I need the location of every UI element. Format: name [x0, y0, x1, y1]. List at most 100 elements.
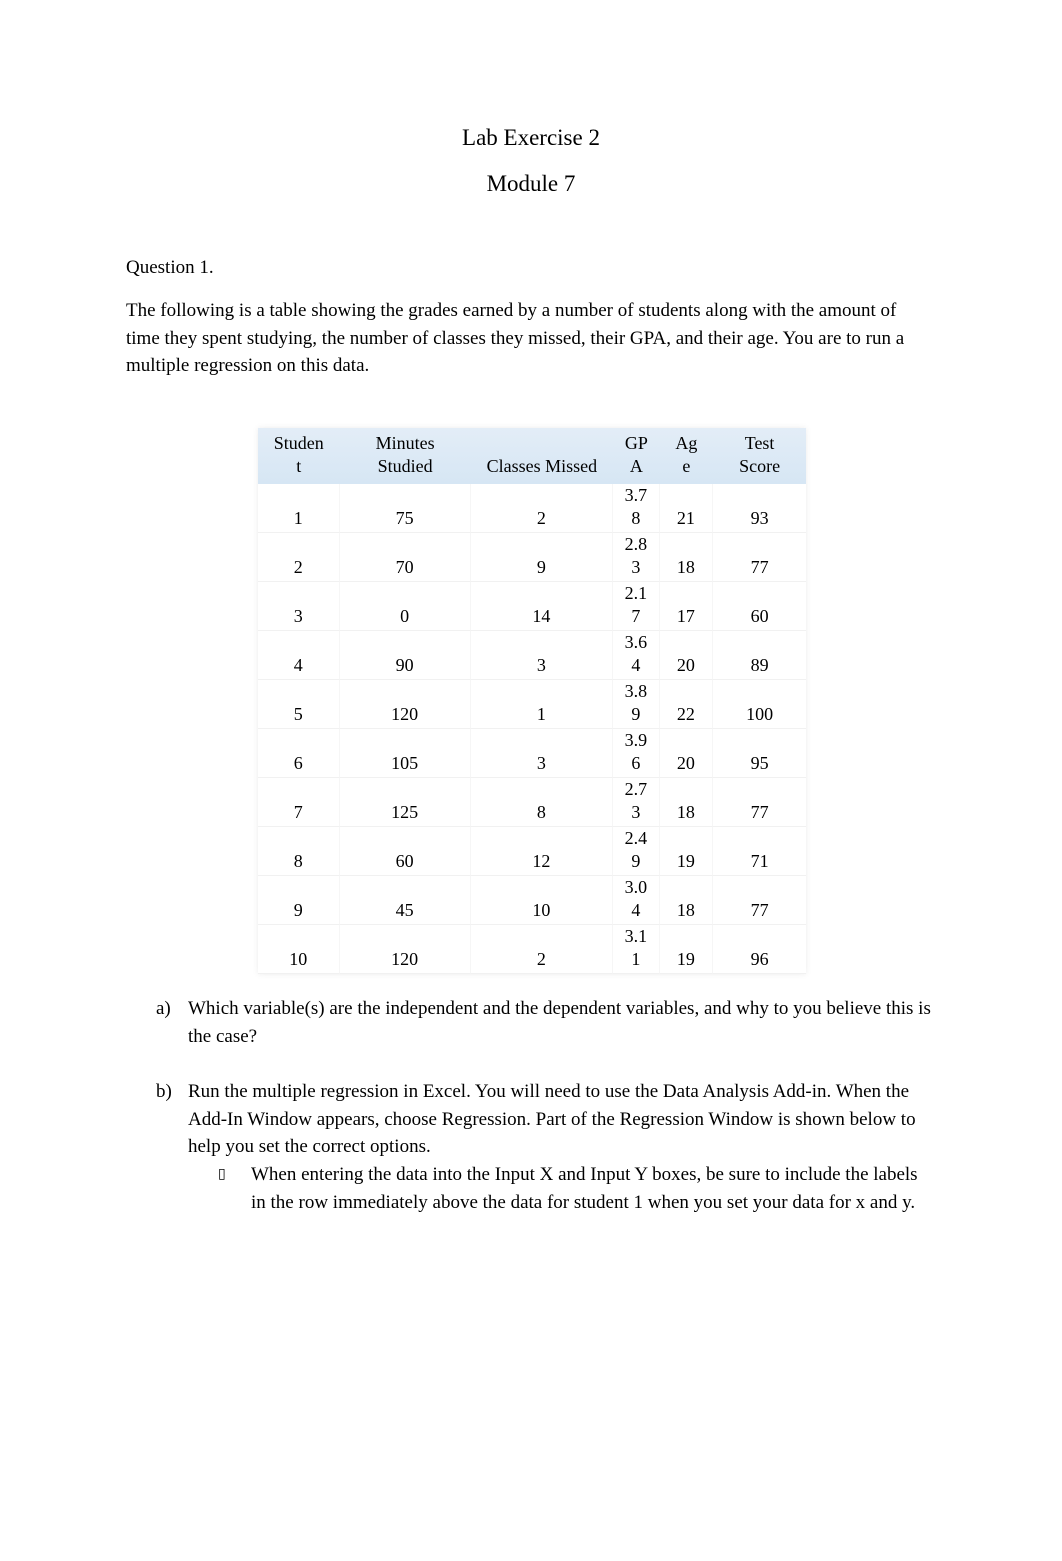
cell-gpa: 2.8 3 — [613, 533, 660, 582]
cell-student: 4 — [258, 631, 340, 680]
gpa-line-2: 9 — [631, 851, 641, 871]
cell-minutes-studied: 90 — [339, 631, 471, 680]
bullet-item: ▯ When entering the data into the Input … — [218, 1161, 918, 1216]
cell-age: 19 — [659, 925, 714, 974]
cell-student: 2 — [258, 533, 340, 582]
cell-classes-missed: 9 — [470, 533, 614, 582]
cell-minutes-studied: 105 — [339, 729, 471, 778]
gpa-line-2: 4 — [631, 900, 641, 920]
cell-student: 1 — [258, 484, 340, 533]
gpa-line-1: 3.0 — [624, 877, 648, 897]
question-b: b) Run the multiple regression in Excel.… — [156, 1078, 936, 1161]
cell-classes-missed: 1 — [470, 680, 614, 729]
cell-gpa: 3.7 8 — [613, 484, 660, 533]
header-age: Ag e — [659, 428, 714, 484]
cell-gpa: 3.8 9 — [613, 680, 660, 729]
cell-classes-missed: 2 — [470, 925, 614, 974]
cell-classes-missed: 12 — [470, 827, 614, 876]
cell-student: 6 — [258, 729, 340, 778]
gpa-line-2: 9 — [631, 704, 641, 724]
cell-gpa: 3.6 4 — [613, 631, 660, 680]
gpa-line-2: 3 — [631, 802, 641, 822]
gpa-line-1: 2.7 — [624, 779, 648, 799]
header-student: Studen t — [258, 428, 340, 484]
question-label: Question 1. — [126, 257, 214, 278]
cell-test-score: 77 — [713, 876, 806, 925]
table-row: 5 120 1 3.8 9 22 100 — [258, 680, 806, 729]
cell-gpa: 2.7 3 — [613, 778, 660, 827]
cell-minutes-studied: 125 — [339, 778, 471, 827]
table-row: 3 0 14 2.1 7 17 60 — [258, 582, 806, 631]
cell-minutes-studied: 75 — [339, 484, 471, 533]
cell-test-score: 77 — [713, 778, 806, 827]
cell-gpa: 3.9 6 — [613, 729, 660, 778]
gpa-line-2: 1 — [631, 949, 641, 969]
header-classes-missed: Classes Missed — [470, 428, 614, 484]
cell-age: 18 — [659, 778, 714, 827]
cell-test-score: 60 — [713, 582, 806, 631]
cell-student: 9 — [258, 876, 340, 925]
cell-classes-missed: 14 — [470, 582, 614, 631]
cell-test-score: 89 — [713, 631, 806, 680]
cell-student: 10 — [258, 925, 340, 974]
document-page: Lab Exercise 2 Module 7 Question 1. The … — [0, 0, 1062, 1561]
document-subtitle: Module 7 — [486, 171, 576, 196]
cell-minutes-studied: 120 — [339, 925, 471, 974]
cell-classes-missed: 8 — [470, 778, 614, 827]
cell-classes-missed: 3 — [470, 631, 614, 680]
cell-student: 3 — [258, 582, 340, 631]
table-header-row: Studen t Minutes Studied Classes Missed GP… — [258, 428, 806, 484]
table-row: 9 45 10 3.0 4 18 77 — [258, 876, 806, 925]
header-test-score: Test Score — [713, 428, 806, 484]
cell-age: 18 — [659, 533, 714, 582]
question-b-text: Run the multiple regression in Excel. Yo… — [188, 1081, 916, 1157]
gpa-line-1: 2.1 — [624, 583, 648, 603]
cell-minutes-studied: 120 — [339, 680, 471, 729]
gpa-line-1: 3.9 — [624, 730, 648, 750]
bullet-text: When entering the data into the Input X … — [251, 1164, 918, 1213]
header-gpa: GP A — [613, 428, 660, 484]
document-title: Lab Exercise 2 — [462, 125, 600, 150]
cell-age: 18 — [659, 876, 714, 925]
cell-gpa: 2.4 9 — [613, 827, 660, 876]
gpa-line-2: 6 — [631, 753, 641, 773]
cell-test-score: 96 — [713, 925, 806, 974]
gpa-line-1: 2.8 — [624, 534, 648, 554]
missing-glyph-icon: ▯ — [218, 1166, 226, 1182]
gpa-line-2: 7 — [631, 606, 641, 626]
question-a: a) Which variable(s) are the independent… — [156, 995, 936, 1050]
cell-test-score: 77 — [713, 533, 806, 582]
table-row: 2 70 9 2.8 3 18 77 — [258, 533, 806, 582]
gpa-line-2: 4 — [631, 655, 641, 675]
cell-age: 20 — [659, 631, 714, 680]
gpa-line-1: 3.1 — [624, 926, 648, 946]
gpa-line-1: 3.7 — [624, 485, 648, 505]
cell-age: 20 — [659, 729, 714, 778]
header-minutes-studied: Minutes Studied — [339, 428, 471, 484]
cell-gpa: 3.1 1 — [613, 925, 660, 974]
gpa-line-1: 3.8 — [624, 681, 648, 701]
cell-classes-missed: 3 — [470, 729, 614, 778]
cell-test-score: 95 — [713, 729, 806, 778]
table-row: 8 60 12 2.4 9 19 71 — [258, 827, 806, 876]
cell-gpa: 2.1 7 — [613, 582, 660, 631]
cell-minutes-studied: 60 — [339, 827, 471, 876]
cell-student: 8 — [258, 827, 340, 876]
gpa-line-1: 2.4 — [624, 828, 648, 848]
table-row: 4 90 3 3.6 4 20 89 — [258, 631, 806, 680]
cell-student: 5 — [258, 680, 340, 729]
cell-minutes-studied: 0 — [339, 582, 471, 631]
table-row: 6 105 3 3.9 6 20 95 — [258, 729, 806, 778]
gpa-line-2: 3 — [631, 557, 641, 577]
question-a-text: Which variable(s) are the independent an… — [188, 998, 931, 1047]
cell-test-score: 93 — [713, 484, 806, 533]
question-intro: The following is a table showing the gra… — [126, 300, 905, 376]
cell-minutes-studied: 70 — [339, 533, 471, 582]
cell-classes-missed: 2 — [470, 484, 614, 533]
gpa-line-2: 8 — [631, 508, 641, 528]
cell-age: 19 — [659, 827, 714, 876]
student-data-table: Studen t Minutes Studied Classes Missed GP… — [258, 428, 806, 974]
cell-classes-missed: 10 — [470, 876, 614, 925]
cell-age: 21 — [659, 484, 714, 533]
gpa-line-1: 3.6 — [624, 632, 648, 652]
